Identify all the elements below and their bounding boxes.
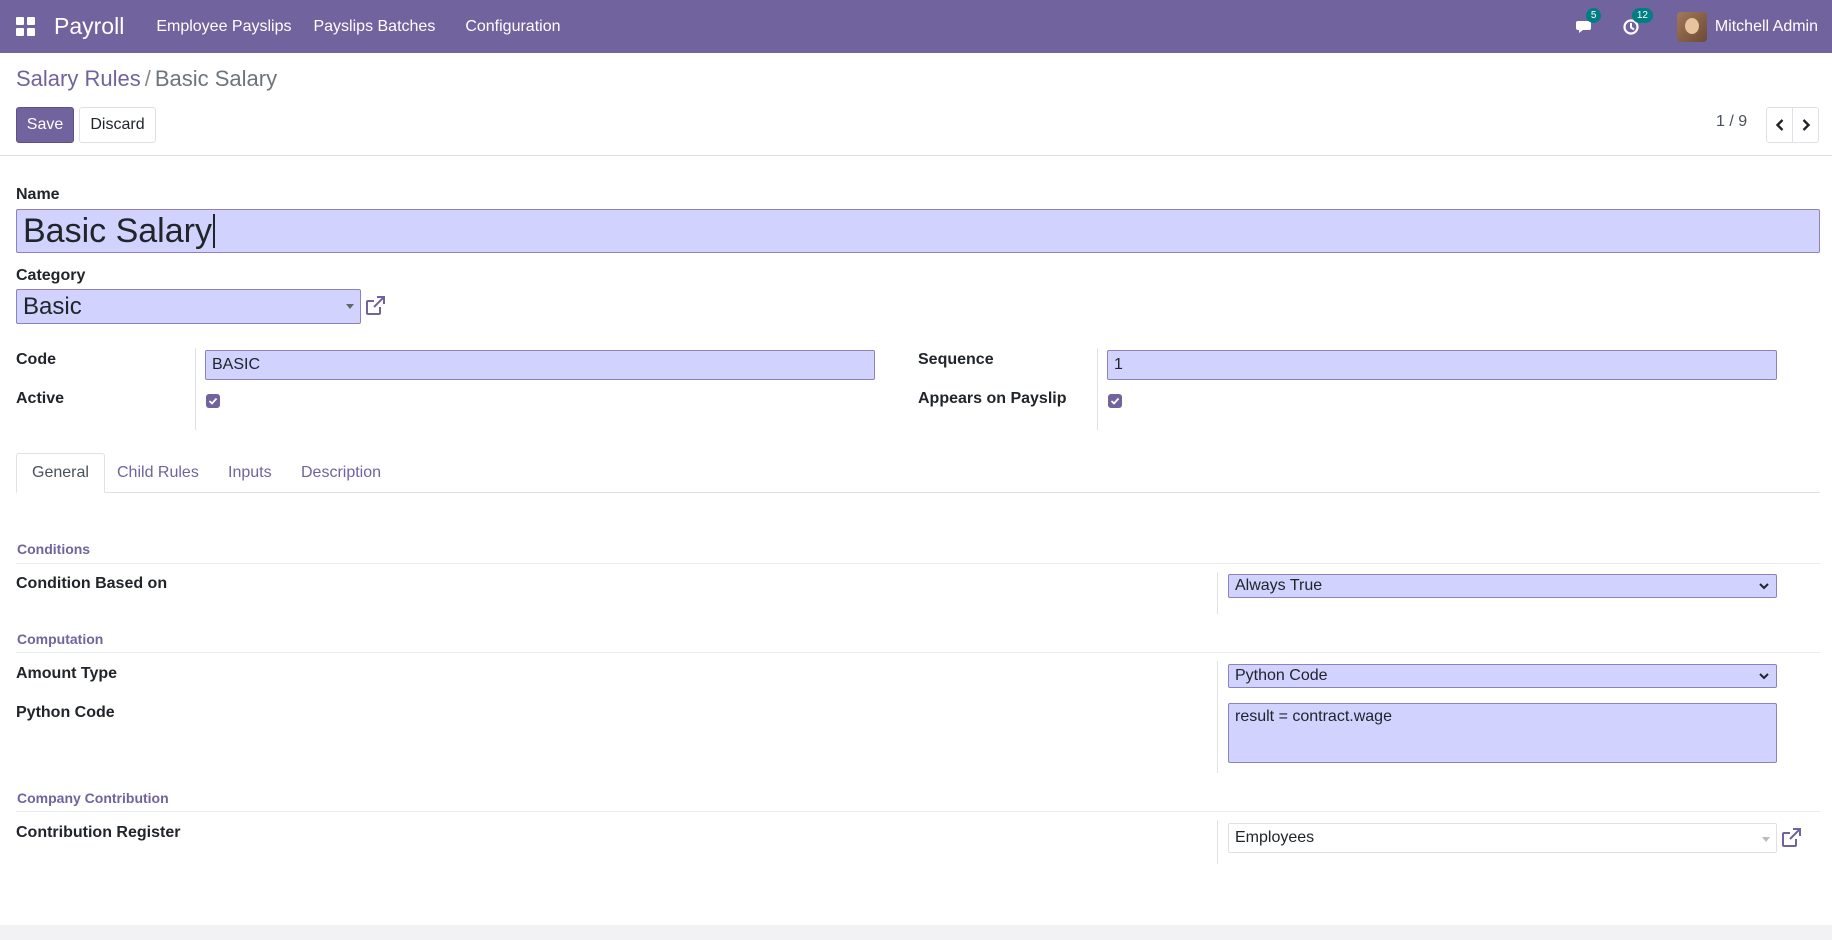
tab-general[interactable]: General [16,453,105,493]
control-panel-divider [0,155,1832,156]
messages-count-badge: 5 [1585,7,1602,23]
sequence-value: 1 [1114,356,1123,373]
section-divider [16,811,1820,812]
field-divider [1217,820,1218,864]
chevron-down-icon [1759,583,1769,590]
messages-button[interactable]: 5 [1573,7,1602,39]
tab-description[interactable]: Description [286,453,396,493]
breadcrumb: Salary Rules / Basic Salary [16,66,277,92]
code-input[interactable]: BASIC [205,350,875,380]
condition-based-on-select[interactable]: Always True [1228,574,1777,598]
name-label: Name [16,186,60,203]
dropdown-caret-icon [346,304,354,309]
chevron-left-icon [1775,119,1783,131]
name-input[interactable]: Basic Salary [16,209,1820,253]
contribution-register-label: Contribution Register [16,824,181,841]
text-cursor [212,214,215,248]
name-value: Basic Salary [23,211,212,250]
discard-button[interactable]: Discard [79,107,156,143]
breadcrumb-parent-link[interactable]: Salary Rules [16,66,141,92]
group-divider-left [195,348,196,430]
section-divider [16,563,1820,564]
category-value: Basic [23,292,82,320]
menu-employee-payslips[interactable]: Employee Payslips [156,18,291,36]
amount-type-label: Amount Type [16,665,118,682]
category-label: Category [16,267,86,284]
category-select[interactable]: Basic [16,289,361,324]
user-name[interactable]: Mitchell Admin [1715,18,1818,36]
menu-payslips-batches[interactable]: Payslips Batches [313,18,435,36]
contribution-register-value: Employees [1235,829,1315,846]
section-divider [16,652,1820,653]
breadcrumb-separator: / [144,66,151,91]
app-title[interactable]: Payroll [54,13,124,40]
appears-on-payslip-checkbox[interactable] [1108,394,1122,408]
condition-based-on-label: Condition Based on [16,575,168,592]
checkmark-icon [208,397,218,405]
chevron-down-icon [1759,673,1769,680]
code-value: BASIC [212,356,261,373]
pager-next-button[interactable] [1792,107,1819,143]
field-divider [1217,572,1218,614]
sequence-input[interactable]: 1 [1107,350,1777,380]
apps-menu-icon[interactable] [16,16,36,37]
field-divider [1217,661,1218,773]
form-bottom-background [0,925,1832,940]
python-code-label: Python Code [16,704,115,721]
appears-on-payslip-label: Appears on Payslip [918,390,1067,407]
condition-value: Always True [1235,577,1323,594]
dropdown-caret-icon [1762,837,1770,842]
sequence-label: Sequence [918,351,994,368]
pager-value[interactable]: 1 / 9 [1716,113,1747,131]
company-contribution-section-title: Company Contribution [17,790,169,806]
category-external-link-icon[interactable] [363,294,387,318]
contribution-register-external-link-icon[interactable] [1779,826,1803,850]
tab-child-rules[interactable]: Child Rules [102,453,214,493]
python-code-value: result = contract.wage [1235,708,1392,725]
save-button[interactable]: Save [16,107,74,143]
top-navbar: Payroll Employee Payslips Payslips Batch… [0,0,1832,53]
breadcrumb-current: Basic Salary [154,66,278,91]
amount-type-value: Python Code [1235,667,1328,684]
contribution-register-input[interactable]: Employees [1228,823,1777,853]
user-avatar[interactable] [1676,11,1707,42]
active-checkbox[interactable] [206,394,220,408]
amount-type-select[interactable]: Python Code [1228,664,1777,688]
tab-inputs[interactable]: Inputs [213,453,287,493]
conditions-section-title: Conditions [17,541,91,557]
activities-count-badge: 12 [1631,7,1653,23]
activities-button[interactable]: 12 [1619,7,1653,39]
chevron-right-icon [1802,119,1810,131]
computation-section-title: Computation [17,631,104,647]
active-label: Active [16,390,65,407]
menu-configuration[interactable]: Configuration [465,18,560,36]
group-divider-right [1097,348,1098,430]
code-label: Code [16,351,56,368]
checkmark-icon [1110,397,1120,405]
pager-previous-button[interactable] [1766,107,1793,143]
python-code-editor[interactable]: result = contract.wage [1228,703,1777,763]
